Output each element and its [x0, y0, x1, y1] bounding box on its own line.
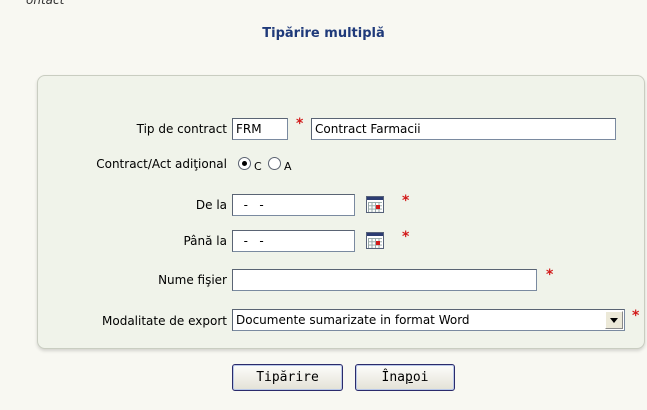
- export-mode-label: Modalitate de export: [102, 314, 227, 328]
- contract-type-label: Tip de contract: [136, 122, 227, 136]
- contract-kind-c-label: C: [254, 160, 262, 173]
- from-date-calendar-icon[interactable]: [366, 196, 384, 213]
- file-name-label: Nume fişier: [158, 273, 227, 287]
- contract-kind-radio-a[interactable]: [268, 157, 281, 170]
- contract-type-code-input[interactable]: FRM: [232, 118, 288, 140]
- back-button[interactable]: Înapoi: [355, 364, 455, 391]
- contract-kind-a-label: A: [284, 160, 292, 173]
- page: ontact Tipărire multiplă Tip de contract…: [0, 0, 647, 410]
- required-marker: *: [402, 229, 410, 245]
- print-button[interactable]: Tipărire: [232, 364, 343, 391]
- to-date-input[interactable]: - -: [232, 230, 355, 252]
- required-marker: *: [296, 116, 304, 132]
- back-button-suffix: oi: [412, 370, 429, 385]
- contract-kind-radio-c[interactable]: [238, 157, 251, 170]
- required-marker: *: [402, 193, 410, 209]
- file-name-input[interactable]: [232, 269, 537, 291]
- to-date-calendar-icon[interactable]: [366, 232, 384, 249]
- from-date-input[interactable]: - -: [232, 194, 355, 216]
- contract-type-name-input[interactable]: Contract Farmacii: [311, 118, 616, 140]
- page-title: Tipărire multiplă: [262, 26, 385, 41]
- dropdown-arrow-icon[interactable]: [605, 311, 623, 329]
- export-mode-select[interactable]: Documente sumarizate in format Word: [232, 309, 625, 331]
- export-mode-value: Documente sumarizate in format Word: [236, 313, 470, 327]
- to-date-label: Până la: [183, 234, 227, 248]
- back-button-accesskey: p: [405, 370, 413, 385]
- required-marker: *: [632, 308, 640, 324]
- from-date-label: De la: [195, 198, 227, 212]
- required-marker: *: [546, 267, 554, 283]
- back-button-prefix: Îna: [381, 370, 405, 385]
- truncated-header-text: ontact: [26, 0, 65, 7]
- contract-kind-label: Contract/Act adiţional: [96, 157, 227, 171]
